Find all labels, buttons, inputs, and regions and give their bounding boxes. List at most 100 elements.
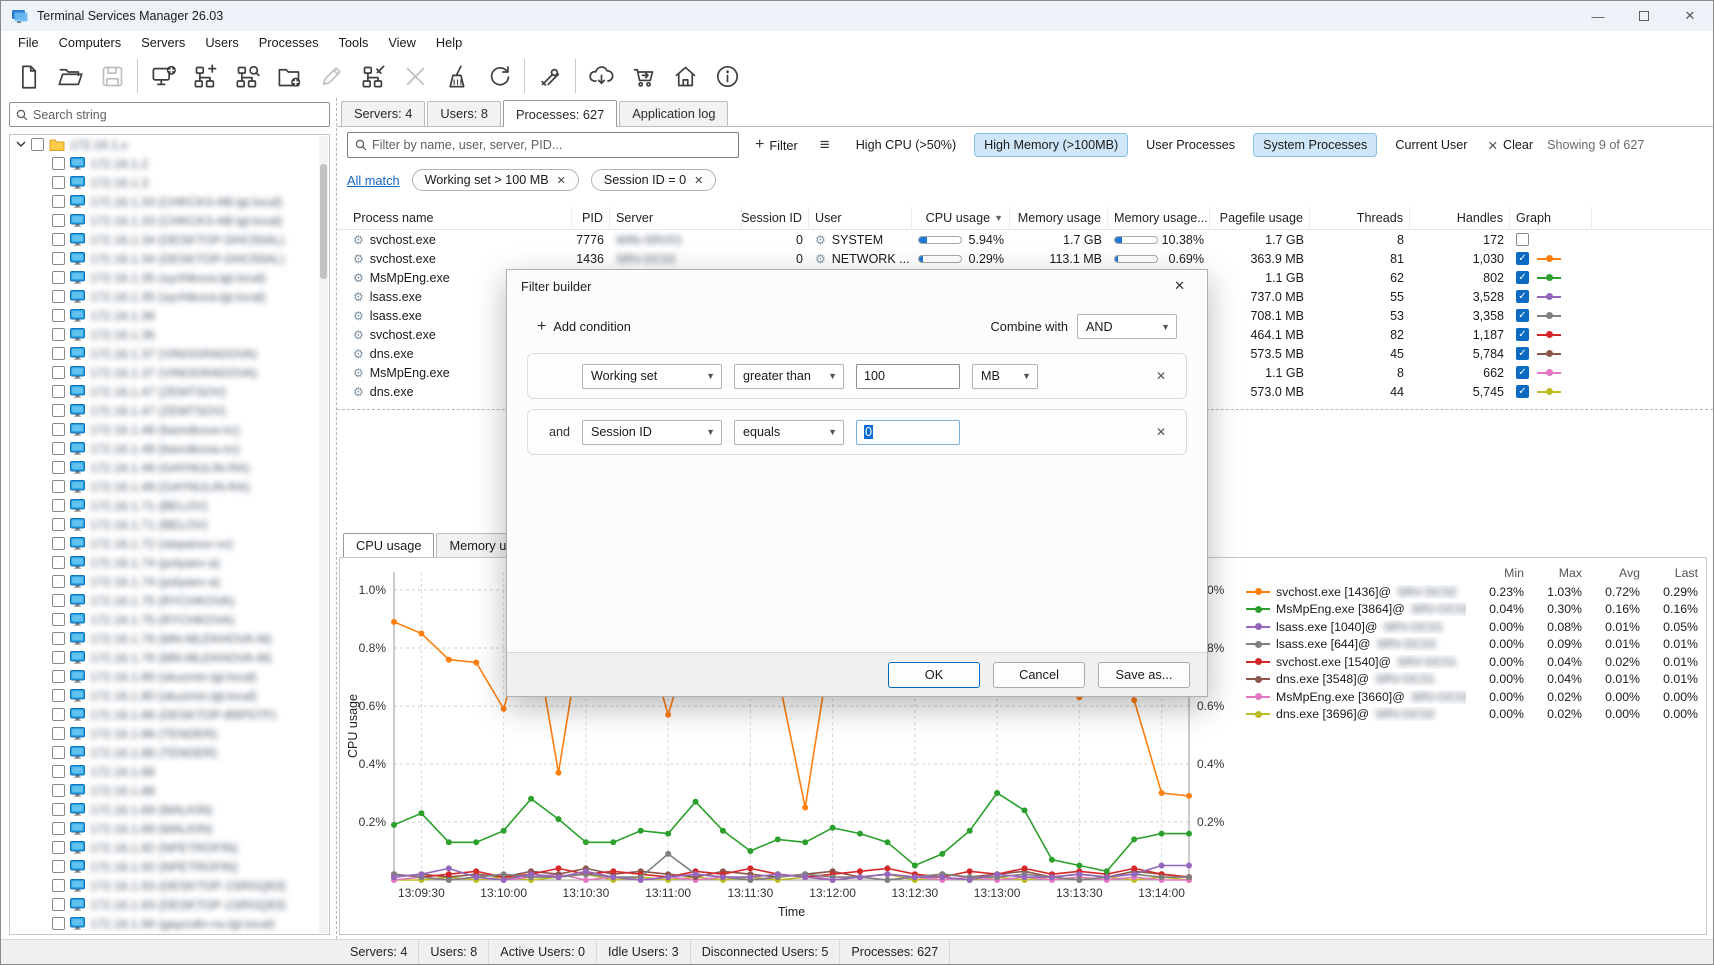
tree-checkbox[interactable] <box>52 385 65 398</box>
home-icon[interactable] <box>664 57 706 95</box>
tree-computer-item[interactable]: 172.16.1.86 (TENDER) <box>10 724 329 743</box>
tree-checkbox[interactable] <box>52 917 65 930</box>
field-select[interactable]: Working set▼ <box>582 364 722 389</box>
value-input[interactable]: 0 <box>856 420 960 445</box>
tree-checkbox[interactable] <box>52 556 65 569</box>
tree-computer-item[interactable]: 172.16.1.93 (DESKTOP-1SRGQ63) <box>10 876 329 895</box>
filter-toggle[interactable]: System Processes <box>1253 133 1377 157</box>
menu-computers[interactable]: Computers <box>50 33 131 52</box>
legend-row[interactable]: svchost.exe [1540]@SRV-DC01 0.00%0.04%0.… <box>1238 653 1698 671</box>
tree-computer-item[interactable]: 172.16.1.80 (skuzmin.lgt.local) <box>10 667 329 686</box>
tree-computer-item[interactable]: 172.16.1.75 (RYCHKOVA) <box>10 591 329 610</box>
legend-row[interactable]: dns.exe [3696]@SRV-DC02 0.00%0.02%0.00%0… <box>1238 706 1698 724</box>
legend-row[interactable]: svchost.exe [1436]@SRV-DC02 0.23%1.03%0.… <box>1238 583 1698 601</box>
tree-checkbox[interactable] <box>52 879 65 892</box>
tree-checkbox[interactable] <box>52 841 65 854</box>
tree-computer-item[interactable]: 172.16.1.36 <box>10 306 329 325</box>
tree-computer-item[interactable]: 172.16.1.88 <box>10 762 329 781</box>
usage-tab[interactable]: CPU usage <box>343 533 434 557</box>
graph-checkbox[interactable]: ✓ <box>1516 347 1529 360</box>
open-folder-icon[interactable] <box>49 57 91 95</box>
tree-checkbox[interactable] <box>52 708 65 721</box>
tree-checkbox[interactable] <box>52 176 65 189</box>
tree-checkbox[interactable] <box>52 575 65 588</box>
tree-computer-item[interactable]: 172.16.1.75 (RYCHKOVA) <box>10 610 329 629</box>
tree-checkbox[interactable] <box>52 784 65 797</box>
tree-computer-item[interactable]: 172.16.1.2 <box>10 154 329 173</box>
graph-checkbox[interactable]: ✓ <box>1516 252 1529 265</box>
tree-checkbox[interactable] <box>52 271 65 284</box>
tree-root-item[interactable]: 172.16.1.x <box>10 135 329 154</box>
maximize-button[interactable] <box>1621 1 1667 31</box>
legend-row[interactable]: lsass.exe [1040]@SRV-DC01 0.00%0.08%0.01… <box>1238 618 1698 636</box>
column-header[interactable]: Process name <box>347 207 572 229</box>
tree-checkbox[interactable] <box>52 290 65 303</box>
tree-checkbox[interactable] <box>52 518 65 531</box>
filter-toggle[interactable]: High Memory (>100MB) <box>974 133 1128 157</box>
remove-condition-icon[interactable]: ✕ <box>1150 367 1172 385</box>
tree-checkbox[interactable] <box>52 613 65 626</box>
column-header[interactable]: Memory usage... <box>1108 207 1210 229</box>
tree-computer-item[interactable]: 172.16.1.74 (polyaev-a) <box>10 553 329 572</box>
operator-select[interactable]: greater than▼ <box>734 364 844 389</box>
remove-chip-icon[interactable]: ✕ <box>694 174 703 187</box>
operator-select[interactable]: equals▼ <box>734 420 844 445</box>
menu-help[interactable]: Help <box>427 33 471 52</box>
tree-computer-item[interactable]: 172.16.1.72 (stepanov-vv) <box>10 534 329 553</box>
tree-checkbox[interactable] <box>52 670 65 683</box>
tree-checkbox[interactable] <box>52 803 65 816</box>
filter-toggle[interactable]: High CPU (>50%) <box>846 133 966 157</box>
menu-file[interactable]: File <box>9 33 48 52</box>
tree-checkbox[interactable] <box>52 765 65 778</box>
tree-checkbox[interactable] <box>52 822 65 835</box>
legend-row[interactable]: MsMpEng.exe [3864]@SRV-DC02 0.04%0.30%0.… <box>1238 601 1698 619</box>
dialog-close-icon[interactable]: ✕ <box>1166 274 1193 298</box>
tree-computer-item[interactable]: 172.16.1.49 (GAYNULIN-RA) <box>10 477 329 496</box>
tree-computer-item[interactable]: 172.16.1.36 <box>10 325 329 344</box>
tree-checkbox[interactable] <box>52 461 65 474</box>
tree-checkbox[interactable] <box>52 214 65 227</box>
tab-processes-627[interactable]: Processes: 627 <box>503 100 617 127</box>
graph-checkbox[interactable]: ✓ <box>1516 328 1529 341</box>
tree-checkbox[interactable] <box>52 195 65 208</box>
clean-icon[interactable] <box>436 57 478 95</box>
tree-computer-item[interactable]: 172.16.1.76 (MN-MLEKHOVA-M) <box>10 648 329 667</box>
tree-computer-item[interactable]: 172.16.1.80 (skuzmin.lgt.local) <box>10 686 329 705</box>
legend-row[interactable]: dns.exe [3548]@SRV-DC01 0.00%0.04%0.01%0… <box>1238 671 1698 689</box>
menu-view[interactable]: View <box>379 33 425 52</box>
column-header[interactable]: User <box>809 207 912 229</box>
filter-toggle[interactable]: Current User <box>1385 133 1477 157</box>
filter-chip[interactable]: Working set > 100 MB✕ <box>412 169 579 191</box>
tree-checkbox[interactable] <box>52 404 65 417</box>
tree-computer-item[interactable]: 172.16.1.89 (MALKIN) <box>10 800 329 819</box>
clear-filters-button[interactable]: ✕Clear <box>1487 138 1533 153</box>
tree-checkbox[interactable] <box>52 651 65 664</box>
column-header[interactable]: Memory usage <box>1010 207 1108 229</box>
tree-checkbox[interactable] <box>52 423 65 436</box>
tree-scrollbar[interactable] <box>319 136 328 933</box>
legend-row[interactable]: MsMpEng.exe [3660]@SRV-DC02 0.00%0.02%0.… <box>1238 688 1698 706</box>
tree-checkbox[interactable] <box>52 898 65 911</box>
tree-checkbox[interactable] <box>52 632 65 645</box>
column-header[interactable]: Graph <box>1510 207 1592 229</box>
column-header[interactable]: Threads <box>1310 207 1410 229</box>
info-icon[interactable] <box>706 57 748 95</box>
tree-computer-item[interactable]: 172.16.1.33 (CHKCK3-AB.lgt.local) <box>10 192 329 211</box>
tree-computer-item[interactable]: 172.16.1.47 (ZEMTSOV) <box>10 382 329 401</box>
tree-computer-item[interactable]: 172.16.1.37 (VINOGRADOVA) <box>10 344 329 363</box>
tree-computer-item[interactable]: 172.16.1.74 (polyaev-a) <box>10 572 329 591</box>
ok-button[interactable]: OK <box>888 662 980 688</box>
save-as-button[interactable]: Save as... <box>1098 662 1190 688</box>
filter-menu-icon[interactable]: ≡ <box>814 135 836 155</box>
find-computers-icon[interactable] <box>226 57 268 95</box>
tree-computer-item[interactable]: 172.16.1.48 (bannikova-nc) <box>10 420 329 439</box>
menu-users[interactable]: Users <box>196 33 247 52</box>
tab-users-8[interactable]: Users: 8 <box>427 101 501 126</box>
column-header[interactable]: Session ID <box>742 207 809 229</box>
table-row[interactable]: ⚙svchost.exe 7776 WIN-SRV01 0 ⚙SYSTEM 5.… <box>337 230 1713 249</box>
tree-computer-item[interactable]: 172.16.1.47 (ZEMTSOV) <box>10 401 329 420</box>
graph-checkbox[interactable]: ✓ <box>1516 290 1529 303</box>
new-file-icon[interactable] <box>7 57 49 95</box>
tree-checkbox[interactable] <box>52 442 65 455</box>
tree-computer-item[interactable]: 172.16.1.34 (DESKTOP-DHC55AL) <box>10 230 329 249</box>
